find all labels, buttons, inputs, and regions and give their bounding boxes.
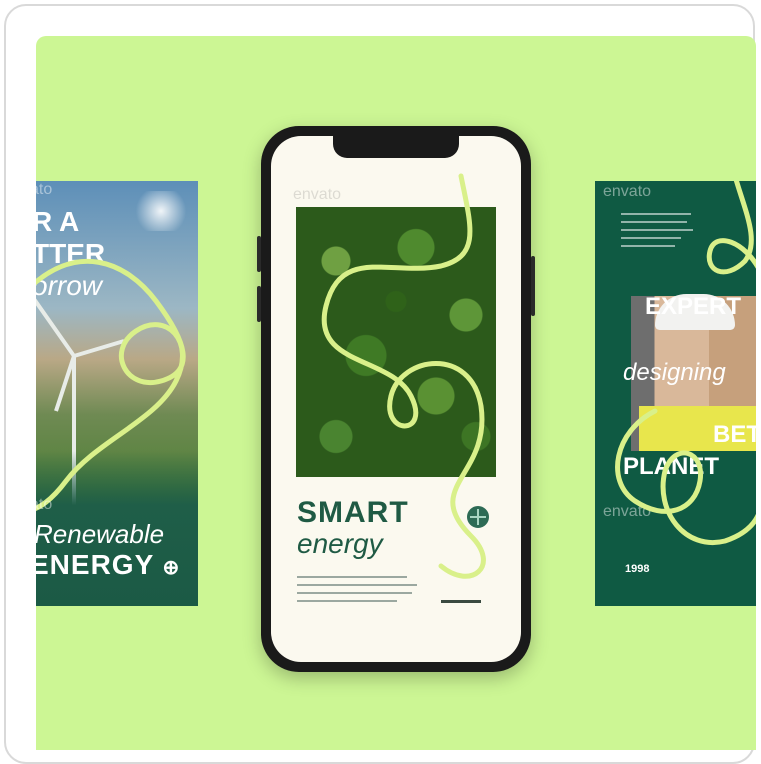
squiggle-line [615,181,756,545]
phone-side-button [257,286,261,322]
body-text-line [297,584,417,586]
phone-screen: envato SMART energy [271,136,521,662]
preview-image[interactable]: ato R A TTER orrow ato Renewable ENERGY … [36,36,756,750]
renewable-label: Renewable [36,519,165,549]
phone-mockup: envato SMART energy [257,126,535,672]
phone-side-button [257,236,261,272]
phone-power-button [531,256,535,316]
energy-label: ENERGY ⊕ [36,549,180,581]
year-label: 1998 [625,563,650,575]
phone-subtitle: energy [297,528,383,559]
body-text-line [297,576,407,578]
tag-text-line [441,600,481,603]
globe-icon: ⊕ [162,557,181,579]
watermark: ato [36,496,53,513]
right-story-card: envato EXPERT designing BET PLANET envat… [595,181,756,606]
body-text-line [297,600,397,602]
left-story-card: ato R A TTER orrow ato Renewable ENERGY … [36,181,198,606]
energy-text: ENERGY [36,549,154,580]
globe-icon [467,506,489,528]
body-text-line [297,592,412,594]
phone-title: SMART [297,496,409,529]
preview-card[interactable]: ato R A TTER orrow ato Renewable ENERGY … [4,4,756,764]
